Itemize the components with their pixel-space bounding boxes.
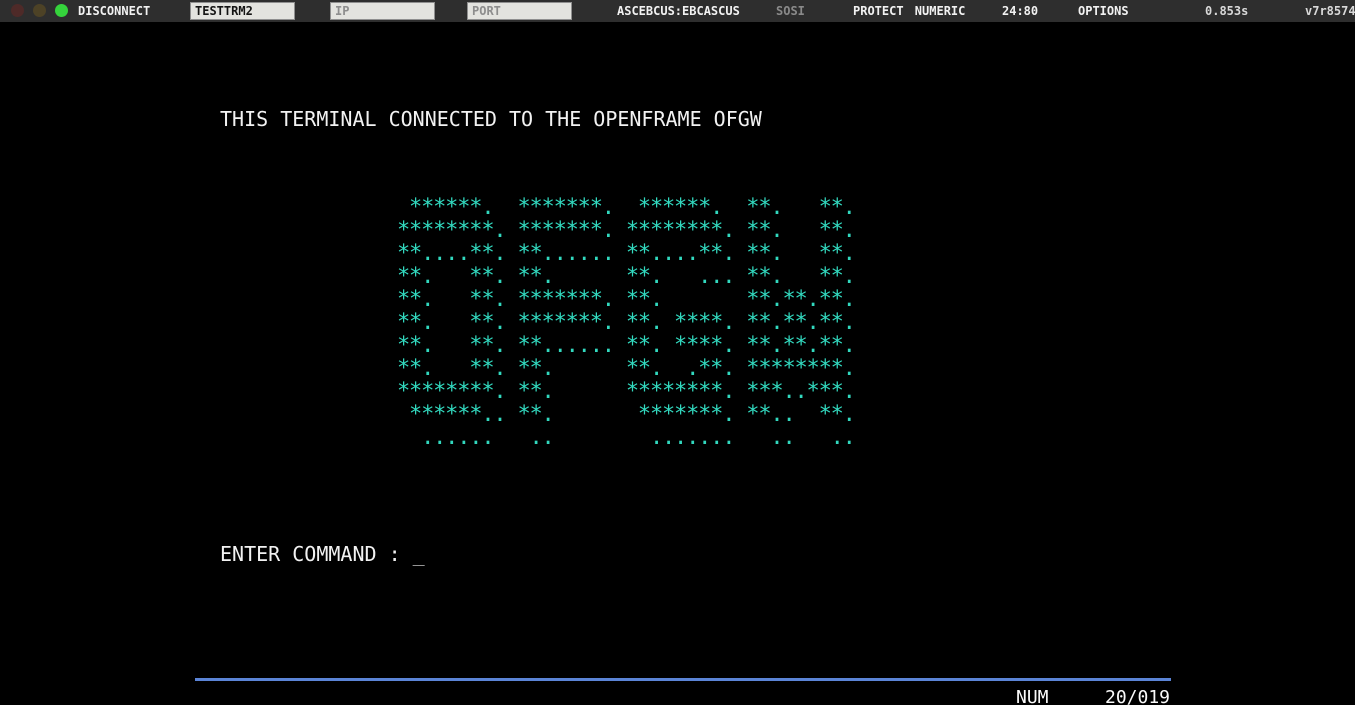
screen-size-label: 24:80 xyxy=(1002,0,1038,22)
ofgw-ascii-logo: ******. *******. ******. **. **. *******… xyxy=(397,196,855,449)
protect-numeric-label: PROTECT NUMERIC xyxy=(853,0,965,22)
port-input[interactable] xyxy=(467,2,572,20)
window-close-button[interactable] xyxy=(11,4,24,17)
response-time-label: 0.853s xyxy=(1205,0,1248,22)
codepage-label: ASCEBCUS:EBCASCUS xyxy=(617,0,740,22)
toolbar: DISCONNECT ASCEBCUS:EBCASCUS SOSI PROTEC… xyxy=(0,0,1355,22)
ofgw-terminal-window: DISCONNECT ASCEBCUS:EBCASCUS SOSI PROTEC… xyxy=(0,0,1355,705)
version-label: v7r8574 xyxy=(1305,0,1355,22)
prompt-label: ENTER COMMAND : xyxy=(220,542,401,566)
terminal-screen[interactable]: THIS TERMINAL CONNECTED TO THE OPENFRAME… xyxy=(0,22,1355,705)
disconnect-button[interactable]: DISCONNECT xyxy=(78,0,150,22)
command-prompt-line: ENTER COMMAND : _ xyxy=(220,543,425,566)
ip-input[interactable] xyxy=(330,2,435,20)
text-cursor: _ xyxy=(413,542,425,566)
window-minimize-button[interactable] xyxy=(33,4,46,17)
connection-status-icon[interactable] xyxy=(55,4,68,17)
cursor-position-indicator: 20/019 xyxy=(1105,687,1170,705)
options-button[interactable]: OPTIONS xyxy=(1078,0,1129,22)
terminal-name-input[interactable] xyxy=(190,2,295,20)
sosi-toggle[interactable]: SOSI xyxy=(776,0,805,22)
connected-message: THIS TERMINAL CONNECTED TO THE OPENFRAME… xyxy=(220,108,762,131)
status-separator-line xyxy=(195,678,1171,681)
numlock-indicator: NUM xyxy=(1016,687,1049,705)
